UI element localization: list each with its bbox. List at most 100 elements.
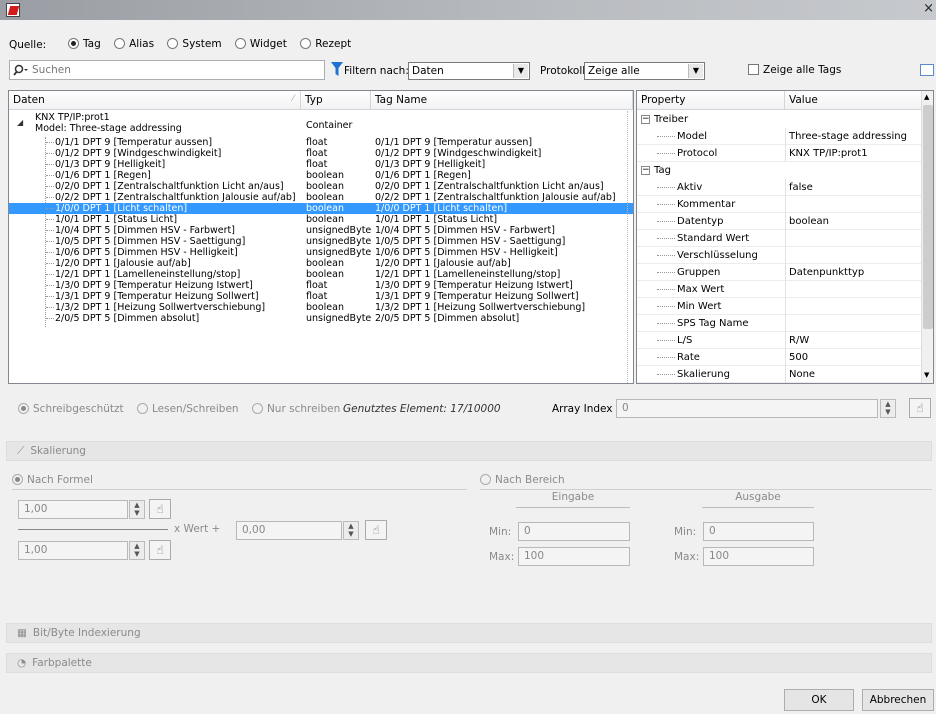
table-row[interactable]: 0/2/2 DPT 1 [Zentralschaltfunktion Jalou… — [9, 192, 633, 203]
hand-icon[interactable]: ☝ — [149, 499, 171, 519]
palette-icon: ◔ — [17, 657, 27, 669]
hand-icon[interactable]: ☝ — [909, 398, 931, 418]
checkbox-icon — [748, 64, 759, 75]
source-radio-system[interactable]: System — [167, 38, 222, 50]
property-row[interactable]: Kommentar — [637, 196, 923, 213]
tree-branch — [657, 374, 675, 375]
tree-collapse-icon[interactable]: ◢ — [17, 118, 23, 127]
property-row[interactable]: Skalierung None — [637, 366, 923, 383]
cell-typ: boolean — [306, 258, 344, 269]
property-row[interactable]: Standard Wert — [637, 230, 923, 247]
column-header-label: Value — [789, 94, 818, 106]
table-row[interactable]: 1/0/1 DPT 1 [Status Licht] boolean 1/0/1 D… — [9, 214, 633, 225]
offset-field[interactable]: 0,00 — [236, 521, 342, 540]
property-name: L/S — [677, 335, 693, 346]
tree-root-label[interactable]: KNX TP/IP:prot1 Model: Three-stage addre… — [35, 112, 182, 134]
property-row[interactable]: Min Wert — [637, 298, 923, 315]
property-row[interactable]: L/S R/W — [637, 332, 923, 349]
cell-daten: 2/0/5 DPT 5 [Dimmen absolut] — [55, 313, 200, 324]
tree-branch — [46, 274, 54, 275]
palette-section-header[interactable]: ◔ Farbpalette — [6, 653, 932, 673]
hand-icon[interactable]: ☝ — [149, 540, 171, 560]
table-row[interactable]: 1/3/0 DPT 9 [Temperatur Heizung Istwert]… — [9, 280, 633, 291]
range-group-header[interactable]: Nach Bereich — [480, 474, 932, 490]
close-icon[interactable]: × — [923, 1, 934, 16]
table-row[interactable]: 0/1/3 DPT 9 [Helligkeit] float 0/1/3 DPT 9… — [9, 159, 633, 170]
properties-scrollbar[interactable]: ▲ ▼ — [921, 91, 933, 383]
bitbyte-section-header[interactable]: ▦ Bit/Byte Indexierung — [6, 623, 932, 643]
table-row[interactable]: 1/0/5 DPT 5 [Dimmen HSV - Saettigung] uns… — [9, 236, 633, 247]
input-min-field[interactable]: 0 — [518, 522, 630, 541]
panel-toggle-icon[interactable] — [920, 64, 934, 76]
cell-typ: float — [306, 280, 328, 291]
table-row[interactable]: 1/2/0 DPT 1 [Jalousie auf/ab] boolean 1/2/… — [9, 258, 633, 269]
table-row[interactable]: 1/3/2 DPT 1 [Heizung Sollwertverschiebun… — [9, 302, 633, 313]
column-header-value[interactable]: Value — [785, 91, 923, 110]
factor2-spinner[interactable]: ▲ ▼ — [129, 541, 145, 560]
used-elements-label: Genutztes Element: — [343, 403, 447, 415]
source-label: Quelle: — [9, 39, 47, 51]
property-row[interactable]: SPS Tag Name — [637, 315, 923, 332]
table-row[interactable]: 1/0/0 DPT 1 [Licht schalten] boolean 1/0/0… — [9, 203, 633, 214]
show-all-tags-checkbox[interactable]: Zeige alle Tags — [748, 64, 841, 76]
property-group[interactable]: − Tag — [637, 162, 923, 179]
collapse-icon[interactable]: − — [641, 166, 650, 175]
array-index-field[interactable]: 0 — [616, 399, 878, 418]
factor1-field[interactable]: 1,00 — [18, 500, 128, 519]
table-row[interactable]: 2/0/5 DPT 5 [Dimmen absolut] unsignedByte… — [9, 313, 633, 324]
source-radio-alias[interactable]: Alias — [114, 38, 154, 50]
table-row[interactable]: 0/1/1 DPT 9 [Temperatur aussen] float 0/1/… — [9, 137, 633, 148]
output-min-field[interactable]: 0 — [703, 522, 814, 541]
cell-typ: unsignedByte — [306, 247, 372, 258]
access-radio-readwrite[interactable]: Lesen/Schreiben — [137, 403, 239, 415]
property-row[interactable]: Datentyp boolean — [637, 213, 923, 230]
factor2-field[interactable]: 1,00 — [18, 541, 128, 560]
protocol-select[interactable]: Zeige alle ▼ — [584, 62, 705, 80]
cell-tag-name: 0/1/2 DPT 9 [Windgeschwindigkeit] — [375, 148, 542, 159]
property-row[interactable]: Rate 500 — [637, 349, 923, 366]
filter-select[interactable]: Daten ▼ — [408, 62, 530, 80]
column-header-daten[interactable]: Daten ⁄ — [9, 91, 301, 110]
tree-root-line1: KNX TP/IP:prot1 — [35, 112, 110, 123]
scroll-up-icon[interactable]: ▲ — [924, 93, 929, 101]
cancel-button[interactable]: Abbrechen — [862, 689, 934, 711]
table-row[interactable]: 0/1/6 DPT 1 [Regen] boolean 0/1/6 DPT 1 [R… — [9, 170, 633, 181]
table-row[interactable]: 1/0/4 DPT 5 [Dimmen HSV - Farbwert] unsig… — [9, 225, 633, 236]
source-radio-rezept[interactable]: Rezept — [300, 38, 351, 50]
property-row[interactable]: Max Wert — [637, 281, 923, 298]
array-index-spinner[interactable]: ▲ ▼ — [880, 399, 896, 418]
scaling-icon: ⟋ — [17, 445, 25, 457]
column-header-tag-name[interactable]: Tag Name — [371, 91, 633, 110]
access-radio-readonly[interactable]: Schreibgeschützt — [18, 403, 124, 415]
ok-button[interactable]: OK — [784, 689, 854, 711]
hand-icon[interactable]: ☝ — [365, 520, 387, 540]
source-radio-widget[interactable]: Widget — [234, 38, 287, 50]
table-row[interactable]: 1/3/1 DPT 9 [Temperatur Heizung Sollwert… — [9, 291, 633, 302]
cell-typ: unsignedByte — [306, 313, 372, 324]
collapse-icon[interactable]: − — [641, 115, 650, 124]
scaling-section-header[interactable]: ⟋ Skalierung — [6, 441, 932, 461]
property-group[interactable]: − Treiber — [637, 111, 923, 128]
table-row[interactable]: 1/0/6 DPT 5 [Dimmen HSV - Helligkeit] uns… — [9, 247, 633, 258]
offset-spinner[interactable]: ▲ ▼ — [343, 521, 359, 540]
search-icon — [13, 64, 28, 76]
scrollbar-thumb[interactable] — [923, 105, 933, 329]
input-max-field[interactable]: 100 — [518, 547, 630, 566]
table-row[interactable]: 0/1/2 DPT 9 [Windgeschwindigkeit] float 0/… — [9, 148, 633, 159]
property-row[interactable]: Aktiv false — [637, 179, 923, 196]
column-header-property[interactable]: Property — [637, 91, 785, 110]
column-header-typ[interactable]: Typ — [301, 91, 371, 110]
factor1-spinner[interactable]: ▲ ▼ — [129, 500, 145, 519]
table-row[interactable]: 1/2/1 DPT 1 [Lamelleneinstellung/stop] bo… — [9, 269, 633, 280]
formula-group-header[interactable]: Nach Formel — [12, 474, 467, 490]
property-row[interactable]: Verschlüsselung — [637, 247, 923, 264]
access-radio-writeonly[interactable]: Nur schreiben — [251, 403, 340, 415]
search-input[interactable]: Suchen — [9, 60, 325, 80]
property-row[interactable]: Protocol KNX TP/IP:prot1 — [637, 145, 923, 162]
property-row[interactable]: Gruppen Datenpunkttyp — [637, 264, 923, 281]
property-row[interactable]: Model Three-stage addressing — [637, 128, 923, 145]
output-max-field[interactable]: 100 — [703, 547, 814, 566]
table-row[interactable]: 0/2/0 DPT 1 [Zentralschaltfunktion Licht… — [9, 181, 633, 192]
scroll-down-icon[interactable]: ▼ — [924, 371, 929, 379]
source-radio-tag[interactable]: Tag — [68, 38, 101, 50]
